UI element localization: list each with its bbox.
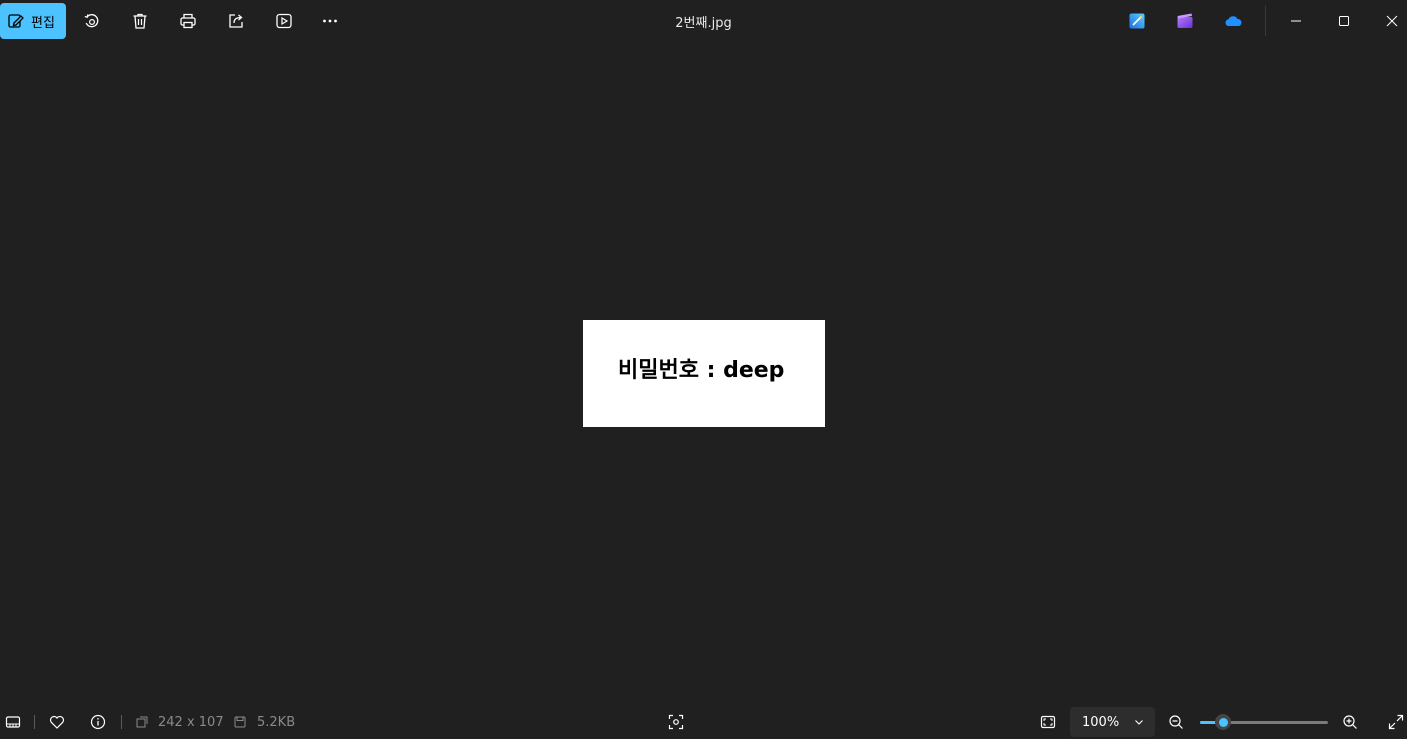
image-content-text: 비밀번호 : deep <box>618 358 785 383</box>
close-button[interactable] <box>1380 9 1404 33</box>
zoom-level-value: 100% <box>1082 714 1120 730</box>
full-screen-button[interactable] <box>1386 712 1406 732</box>
status-bar: 242 x 107 5.2KB 100% <box>0 702 1407 739</box>
minimize-button[interactable] <box>1284 9 1308 33</box>
toolbar-divider <box>1265 6 1266 36</box>
zoom-level-dropdown[interactable]: 100% <box>1070 707 1155 737</box>
image-dimensions: 242 x 107 <box>158 715 224 730</box>
visual-search-icon <box>668 714 684 730</box>
zoom-out-icon <box>1169 715 1183 729</box>
file-size: 5.2KB <box>257 715 296 730</box>
zoom-slider-thumb[interactable] <box>1215 714 1232 730</box>
zoom-in-button[interactable] <box>1340 712 1360 732</box>
visual-search-button[interactable] <box>666 712 686 732</box>
displayed-image[interactable]: 비밀번호 : deep <box>583 320 825 427</box>
fit-window-icon <box>1040 715 1056 729</box>
zoom-slider[interactable] <box>1200 714 1328 730</box>
maximize-button[interactable] <box>1332 9 1356 33</box>
fit-to-window-button[interactable] <box>1038 712 1058 732</box>
heart-icon <box>49 715 65 729</box>
filmstrip-icon <box>5 716 21 728</box>
close-icon <box>1386 15 1398 27</box>
info-icon <box>90 714 106 730</box>
maximize-icon <box>1339 16 1349 26</box>
zoom-in-icon <box>1343 715 1357 729</box>
status-divider <box>34 715 35 729</box>
file-info-button[interactable] <box>88 712 108 732</box>
dimensions-icon <box>136 716 148 728</box>
clipchamp-app-button[interactable] <box>1173 9 1197 33</box>
onedrive-icon <box>1225 16 1242 26</box>
filmstrip-button[interactable] <box>3 712 23 732</box>
onedrive-app-button[interactable] <box>1221 9 1245 33</box>
minimize-icon <box>1291 20 1301 22</box>
expand-icon <box>1388 714 1404 730</box>
favorite-button[interactable] <box>47 712 67 732</box>
designer-app-button[interactable] <box>1125 9 1149 33</box>
zoom-out-button[interactable] <box>1166 712 1186 732</box>
status-divider <box>121 715 122 729</box>
clipchamp-icon <box>1177 13 1193 28</box>
designer-icon <box>1129 13 1145 29</box>
chevron-down-icon <box>1135 720 1143 725</box>
top-toolbar: 편집 2번째.jpg <box>0 0 1407 42</box>
file-size-icon <box>234 716 246 728</box>
